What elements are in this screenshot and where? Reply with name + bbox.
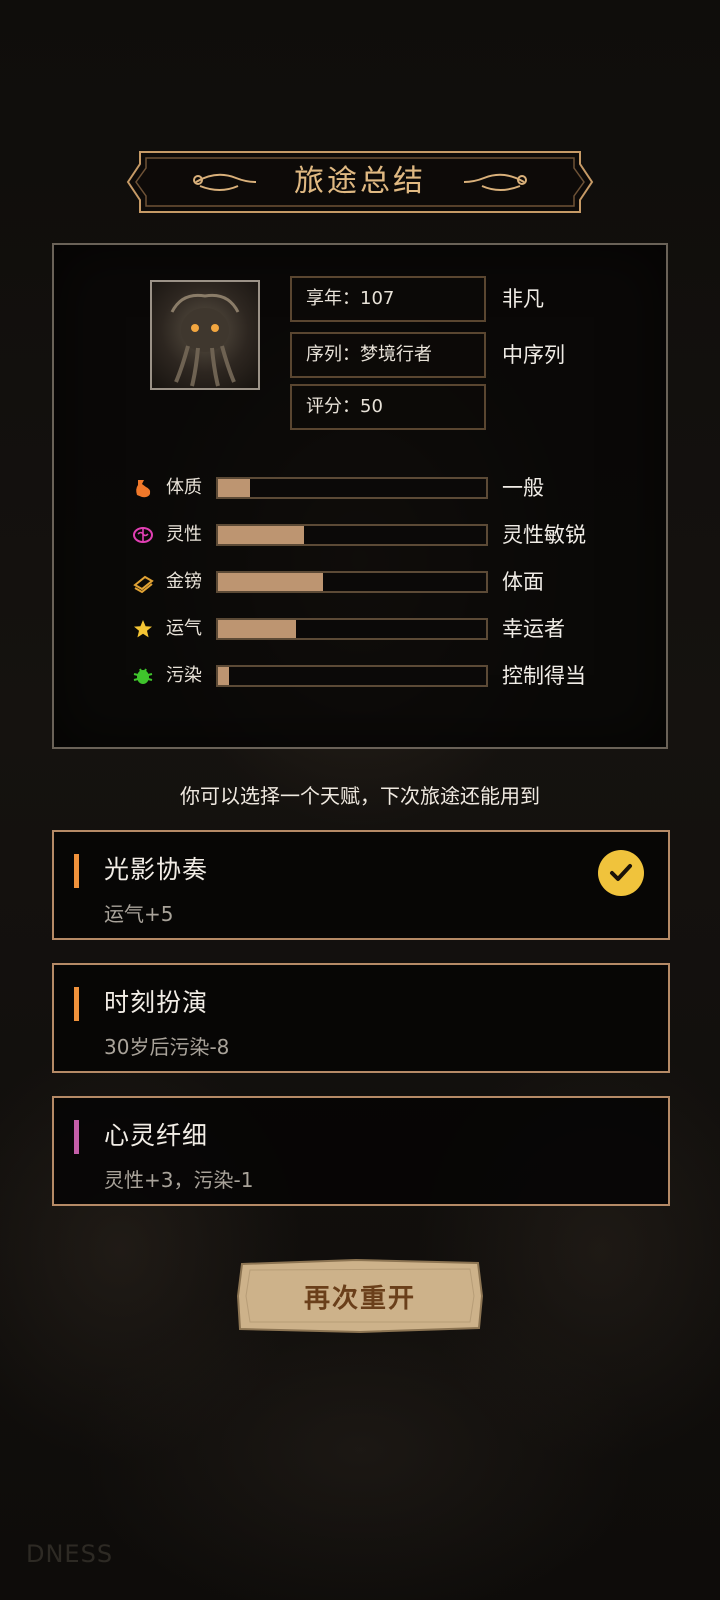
stat-bar — [216, 524, 488, 546]
stat-label: 污染 — [166, 665, 202, 686]
age-field: 享年：107 — [290, 276, 486, 322]
restart-label: 再次重开 — [303, 1283, 416, 1314]
stat-desc: 一般 — [502, 476, 544, 500]
talent-card-3[interactable]: 心灵纤细 灵性+3，污染-1 — [52, 1096, 670, 1206]
age-rank: 非凡 — [502, 287, 544, 311]
brain-icon — [133, 527, 153, 543]
stat-desc: 体面 — [502, 570, 544, 594]
talent-name: 光影协奏 — [104, 855, 209, 884]
talent-accent-bar — [74, 854, 79, 888]
stat-bar — [216, 665, 488, 687]
watermark-text: DNESS — [26, 1540, 114, 1568]
stat-label: 金镑 — [166, 571, 202, 592]
talent-card-2[interactable]: 时刻扮演 30岁后污染-8 — [52, 963, 670, 1073]
muscle-arm-icon — [136, 480, 151, 498]
stat-bar-fill — [218, 573, 323, 591]
talent-card-1[interactable]: 光影协奏 运气+5 — [52, 830, 670, 940]
sequence-rank: 中序列 — [502, 343, 565, 367]
bug-icon — [133, 668, 153, 684]
stat-row-money: 金镑 体面 — [128, 566, 608, 598]
stat-bar — [216, 477, 488, 499]
score-field: 评分：50 — [290, 384, 486, 430]
stat-bar-fill — [218, 479, 251, 497]
talent-effect: 灵性+3，污染-1 — [104, 1168, 254, 1192]
talent-effect: 30岁后污染-8 — [104, 1035, 230, 1059]
page-title: 旅途总结 — [294, 164, 426, 199]
stat-label: 灵性 — [166, 524, 202, 545]
stat-bar-fill — [218, 526, 304, 544]
talent-name: 时刻扮演 — [104, 988, 209, 1017]
stat-bar — [216, 618, 488, 640]
character-portrait — [150, 280, 260, 390]
stat-desc: 控制得当 — [502, 664, 586, 688]
checkmark-icon — [598, 850, 644, 896]
talent-accent-bar — [74, 987, 79, 1021]
talent-name: 心灵纤细 — [104, 1121, 209, 1150]
restart-button[interactable]: 再次重开 — [236, 1258, 484, 1334]
stat-bar-fill — [218, 620, 296, 638]
stat-desc: 灵性敏锐 — [502, 523, 586, 547]
talent-accent-bar — [74, 1120, 79, 1154]
stat-row-luck: 运气 幸运者 — [128, 613, 608, 645]
stat-row-pollution: 污染 控制得当 — [128, 660, 608, 692]
sequence-field: 序列：梦境行者 — [290, 332, 486, 378]
stat-bar — [216, 571, 488, 593]
stat-row-spirituality: 灵性 灵性敏锐 — [128, 519, 608, 551]
money-icon — [133, 575, 154, 593]
stat-label: 体质 — [166, 477, 202, 498]
title-banner: 旅途总结 — [126, 150, 594, 214]
stat-desc: 幸运者 — [502, 617, 565, 641]
stat-bar-fill — [218, 667, 229, 685]
talent-effect: 运气+5 — [104, 902, 174, 926]
stat-row-constitution: 体质 一般 — [128, 472, 608, 504]
talent-prompt: 你可以选择一个天赋，下次旅途还能用到 — [180, 784, 540, 808]
star-icon — [134, 620, 152, 638]
stat-label: 运气 — [166, 618, 202, 639]
